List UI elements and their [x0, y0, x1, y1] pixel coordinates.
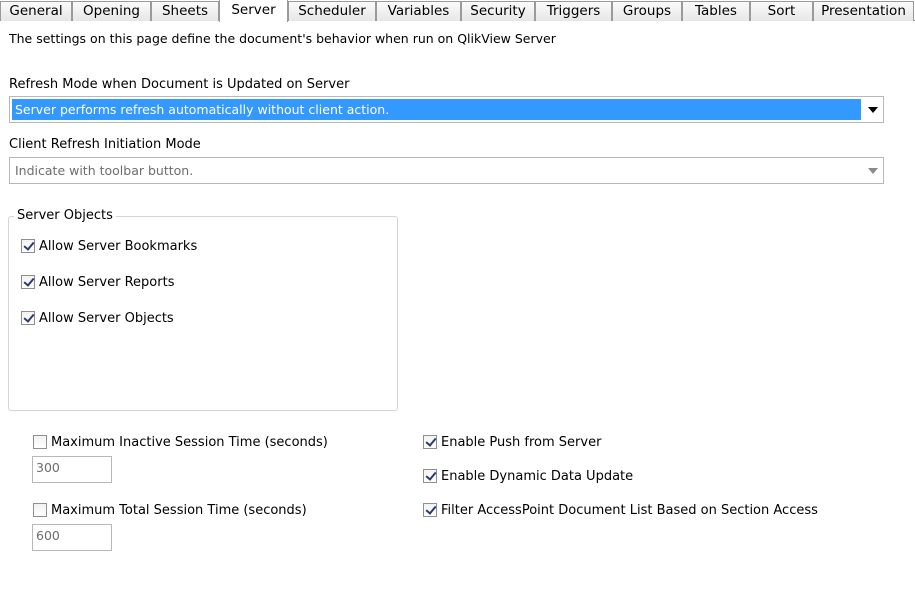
max-total-session-input[interactable]: 600 — [32, 524, 112, 551]
client-refresh-dropdown[interactable]: Indicate with toolbar button. — [9, 157, 884, 184]
checkbox-label: Filter AccessPoint Document List Based o… — [441, 502, 818, 518]
tab-bar: General Opening Sheets Server Scheduler … — [0, 0, 915, 22]
tab-general[interactable]: General — [0, 1, 72, 21]
checkbox-checked-icon[interactable] — [21, 275, 35, 289]
tab-sheets[interactable]: Sheets — [151, 1, 219, 21]
refresh-mode-dropdown[interactable]: Server performs refresh automatically wi… — [9, 96, 884, 123]
tab-scheduler[interactable]: Scheduler — [288, 1, 376, 21]
checkbox-label: Allow Server Reports — [39, 274, 175, 290]
tab-presentation[interactable]: Presentation — [813, 1, 914, 21]
refresh-mode-value: Server performs refresh automatically wi… — [12, 99, 861, 120]
checkbox-checked-icon[interactable] — [423, 435, 437, 449]
allow-server-reports-checkbox[interactable]: Allow Server Reports — [21, 273, 174, 291]
max-inactive-session-checkbox[interactable]: Maximum Inactive Session Time (seconds) — [33, 433, 328, 451]
checkbox-checked-icon[interactable] — [21, 311, 35, 325]
checkbox-unchecked-icon[interactable] — [33, 503, 47, 517]
chevron-down-icon[interactable] — [868, 168, 878, 174]
client-refresh-label: Client Refresh Initiation Mode — [9, 137, 201, 152]
checkbox-label: Allow Server Objects — [39, 310, 174, 326]
intro-text: The settings on this page define the doc… — [9, 31, 556, 46]
tab-server[interactable]: Server — [219, 0, 288, 22]
tab-groups[interactable]: Groups — [612, 1, 682, 21]
max-total-session-checkbox[interactable]: Maximum Total Session Time (seconds) — [33, 501, 307, 519]
checkbox-checked-icon[interactable] — [21, 239, 35, 253]
allow-server-bookmarks-checkbox[interactable]: Allow Server Bookmarks — [21, 237, 197, 255]
server-objects-title: Server Objects — [14, 208, 116, 223]
checkbox-checked-icon[interactable] — [423, 469, 437, 483]
checkbox-unchecked-icon[interactable] — [33, 435, 47, 449]
tab-triggers[interactable]: Triggers — [535, 1, 612, 21]
checkbox-label: Allow Server Bookmarks — [39, 238, 198, 254]
checkbox-checked-icon[interactable] — [423, 503, 437, 517]
checkbox-label: Enable Dynamic Data Update — [441, 468, 634, 484]
chevron-down-icon[interactable] — [868, 107, 878, 113]
tab-security[interactable]: Security — [461, 1, 535, 21]
tab-opening[interactable]: Opening — [72, 1, 151, 21]
enable-dynamic-data-checkbox[interactable]: Enable Dynamic Data Update — [423, 467, 633, 485]
checkbox-label: Maximum Total Session Time (seconds) — [51, 502, 307, 518]
tab-sort[interactable]: Sort — [750, 1, 813, 21]
tab-tables[interactable]: Tables — [682, 1, 750, 21]
allow-server-objects-checkbox[interactable]: Allow Server Objects — [21, 309, 174, 327]
client-refresh-value: Indicate with toolbar button. — [15, 163, 194, 178]
checkbox-label: Maximum Inactive Session Time (seconds) — [51, 434, 328, 450]
enable-push-checkbox[interactable]: Enable Push from Server — [423, 433, 601, 451]
refresh-mode-label: Refresh Mode when Document is Updated on… — [9, 77, 350, 92]
tab-variables[interactable]: Variables — [376, 1, 461, 21]
checkbox-label: Enable Push from Server — [441, 434, 602, 450]
filter-accesspoint-checkbox[interactable]: Filter AccessPoint Document List Based o… — [423, 501, 818, 519]
max-inactive-session-input[interactable]: 300 — [32, 456, 112, 483]
